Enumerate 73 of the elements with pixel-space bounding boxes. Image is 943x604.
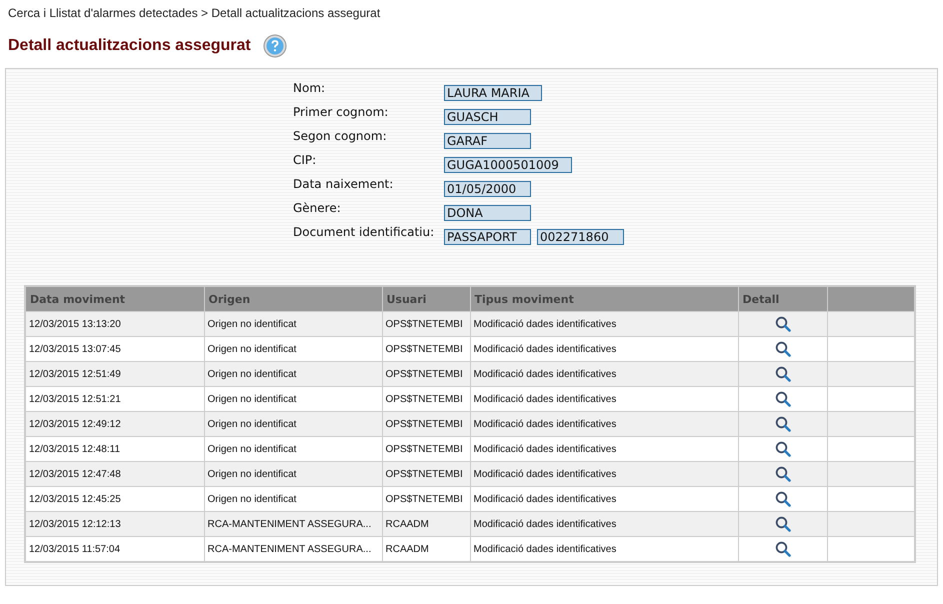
table-cell: Modificació dades identificatives <box>470 386 738 412</box>
table-cell: Origen no identificat <box>204 312 382 336</box>
search-icon[interactable] <box>774 366 790 382</box>
field-label: Segon cognom: <box>293 129 388 143</box>
field-label: Gènere: <box>293 201 342 215</box>
table-cell: Modificació dades identificatives <box>470 436 738 462</box>
search-icon[interactable] <box>774 516 790 532</box>
table-cell: OPS$TNETEMBI <box>382 436 470 462</box>
table-cell: Origen no identificat <box>204 336 382 362</box>
table-cell: OPS$TNETEMBI <box>382 412 470 436</box>
readonly-field: GUGA1000501009 <box>444 157 572 173</box>
table-cell: Modificació dades identificatives <box>470 486 738 512</box>
table-cell: Modificació dades identificatives <box>470 312 738 336</box>
table-cell: Origen no identificat <box>204 386 382 412</box>
table-cell: 12/03/2015 12:47:48 <box>25 462 204 486</box>
table-cell: Modificació dades identificatives <box>470 362 738 386</box>
table-cell: OPS$TNETEMBI <box>382 386 470 412</box>
field-label: CIP: <box>293 153 318 167</box>
readonly-field: DONA <box>444 205 531 221</box>
readonly-field: PASSAPORT <box>444 229 531 245</box>
readonly-field: 002271860 <box>537 229 624 245</box>
search-icon[interactable] <box>774 491 790 507</box>
table-cell: RCAADM <box>382 536 470 562</box>
table-cell: Origen no identificat <box>204 436 382 462</box>
search-icon[interactable] <box>774 341 790 357</box>
table-cell: Modificació dades identificatives <box>470 412 738 436</box>
search-icon[interactable] <box>774 541 790 557</box>
table-cell: OPS$TNETEMBI <box>382 462 470 486</box>
table-cell: 12/03/2015 13:13:20 <box>25 312 204 336</box>
table-cell: 12/03/2015 12:51:49 <box>25 362 204 386</box>
table-cell: RCA-MANTENIMENT ASSEGURA... <box>204 512 382 536</box>
field-label: Document identificatiu: <box>293 225 436 239</box>
column-header: Data moviment <box>25 286 204 312</box>
breadcrumb: Cerca i Llistat d'alarmes detectades > Detall actualitzacions assegurat <box>7 6 382 22</box>
table-cell: Origen no identificat <box>204 486 382 512</box>
table-cell: OPS$TNETEMBI <box>382 336 470 362</box>
table-cell: Origen no identificat <box>204 462 382 486</box>
help-icon[interactable] <box>262 34 287 58</box>
table-cell: OPS$TNETEMBI <box>382 486 470 512</box>
search-icon[interactable] <box>774 416 790 432</box>
table-cell: RCA-MANTENIMENT ASSEGURA... <box>204 536 382 562</box>
table-cell: Origen no identificat <box>204 412 382 436</box>
table-cell: 12/03/2015 11:57:04 <box>25 536 204 562</box>
table-cell: Origen no identificat <box>204 362 382 386</box>
readonly-field: 01/05/2000 <box>444 181 531 197</box>
column-header: Usuari <box>382 286 470 312</box>
table-cell: Modificació dades identificatives <box>470 536 738 562</box>
search-icon[interactable] <box>774 316 790 332</box>
page-title: Detall actualitzacions assegurat <box>8 37 251 55</box>
table-cell: Modificació dades identificatives <box>470 462 738 486</box>
table-cell: Modificació dades identificatives <box>470 512 738 536</box>
table-cell: 12/03/2015 12:49:12 <box>25 412 204 436</box>
field-label: Primer cognom: <box>293 105 390 119</box>
table-cell: OPS$TNETEMBI <box>382 362 470 386</box>
table-cell: 12/03/2015 13:07:45 <box>25 336 204 362</box>
field-label: Data naixement: <box>293 177 394 191</box>
table-cell: Modificació dades identificatives <box>470 336 738 362</box>
column-header: Origen <box>204 286 382 312</box>
column-header: Detall <box>738 286 827 312</box>
readonly-field: LAURA MARIA <box>444 85 542 101</box>
table-cell: 12/03/2015 12:12:13 <box>25 512 204 536</box>
readonly-field: GUASCH <box>444 109 531 125</box>
column-header: Tipus moviment <box>470 286 738 312</box>
readonly-field: GARAF <box>444 133 531 149</box>
table-cell: RCAADM <box>382 512 470 536</box>
search-icon[interactable] <box>774 466 790 482</box>
field-label: Nom: <box>293 81 326 95</box>
search-icon[interactable] <box>774 391 790 407</box>
table-cell: OPS$TNETEMBI <box>382 312 470 336</box>
search-icon[interactable] <box>774 441 790 457</box>
table-cell: 12/03/2015 12:45:25 <box>25 486 204 512</box>
table-cell: 12/03/2015 12:51:21 <box>25 386 204 412</box>
table-cell: 12/03/2015 12:48:11 <box>25 436 204 462</box>
